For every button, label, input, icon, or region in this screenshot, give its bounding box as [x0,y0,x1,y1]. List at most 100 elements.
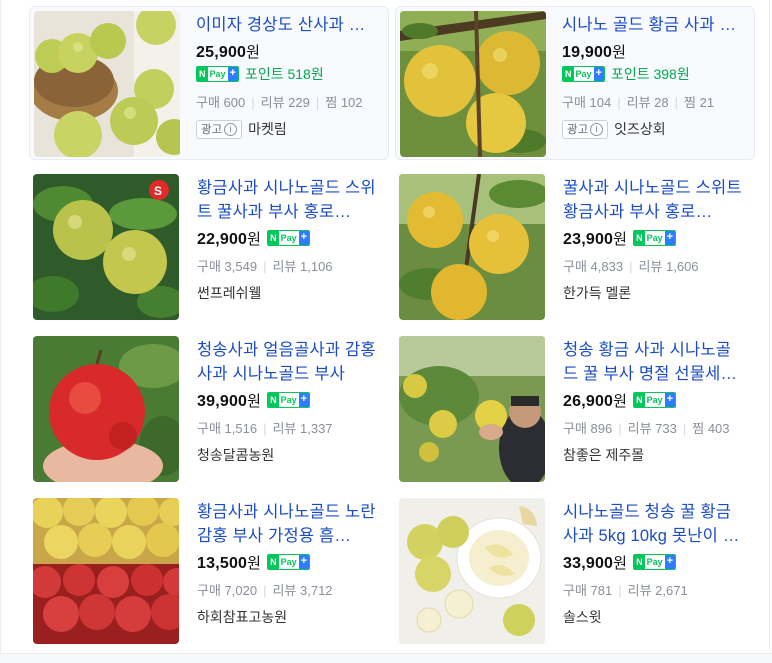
ad-label: 광고 [201,124,223,136]
product-image[interactable] [33,498,179,644]
price-value: 19,900 [562,43,613,61]
seller-name[interactable]: 청송달콤농원 [197,445,274,465]
seller-name[interactable]: 솔스윗 [563,607,602,627]
product-image[interactable] [399,336,545,482]
info-icon: i [590,122,604,136]
price: 39,900원 [197,390,261,411]
npay-plus: + [664,393,676,407]
product-card[interactable]: 꿀사과 시나노골드 스위트 황금사과 부사 홍로… 23,900원 N Pay + … [395,170,755,324]
npay-pay: Pay [644,231,665,245]
npay-n: N [268,555,279,569]
stat-reviews[interactable]: 리뷰 1,606 [638,259,698,274]
seller-name[interactable]: 참좋은 제주몰 [563,445,644,465]
product-title[interactable]: 이미자 경상도 산사과 … [196,13,378,37]
product-image[interactable] [34,11,180,157]
seller-row: 광고 i 마켓림 [196,119,378,139]
stat-reviews[interactable]: 리뷰 3,712 [272,583,332,598]
product-image[interactable] [400,11,546,157]
stat-wishlist: 찜 403 [692,421,730,436]
npay-plus: + [664,555,676,569]
seller-row: 광고 i 잇즈상회 [562,119,744,139]
price-value: 23,900 [563,230,614,248]
price-row: 22,900원 N Pay + [197,227,379,249]
price: 33,900원 [563,552,627,573]
npay-plus: + [298,393,310,407]
stat-reviews[interactable]: 리뷰 1,337 [272,421,332,436]
ad-badge[interactable]: 광고 i [196,119,243,139]
price-currency: 원 [247,230,262,248]
npay-pay: Pay [573,67,594,81]
product-title[interactable]: 꿀사과 시나노골드 스위트 황금사과 부사 홍로… [563,176,745,224]
crate-of-yellow-and-red-apples-image [33,498,179,644]
svg-text:S: S [154,184,162,198]
product-image[interactable] [399,498,545,644]
price-currency: 원 [247,554,262,572]
product-image[interactable] [33,336,179,482]
naver-pay-badge: N Pay + [633,392,677,408]
stat-reviews[interactable]: 리뷰 28 [627,95,669,110]
price-row: 26,900원 N Pay + [563,389,745,411]
product-card[interactable]: 시나노골드 청송 꿀 황금사과 5kg 10kg 못난이 … 33,900원 N… [395,494,755,648]
green-yellow-apple-on-tree-image: S [33,174,179,320]
red-apple-in-hand-image [33,336,179,482]
seller-name[interactable]: 마켓림 [248,119,287,139]
product-image[interactable]: S [33,174,179,320]
npay-plus: + [298,555,310,569]
npay-plus: + [664,231,676,245]
npay-pay: Pay [278,231,299,245]
product-stats: 구매 104 | 리뷰 28 | 찜 21 [562,95,715,110]
npay-n: N [634,393,645,407]
npay-n: N [197,67,208,81]
npay-pay: Pay [207,67,228,81]
product-card[interactable]: 청송 황금 사과 시나노골드 꿀 부사 명절 선물세… 26,900원 N Pay… [395,332,755,486]
naver-pay-badge: N Pay + [196,66,239,82]
product-card-ad[interactable]: 이미자 경상도 산사과 … 25,900원 N Pay + 포인트 518원 구매 … [29,6,389,160]
product-title[interactable]: 황금사과 시나노골드 스위트 꿀사과 부사 홍로… [197,176,379,224]
price-currency: 원 [246,43,261,61]
green-apples-in-basket-image [34,11,180,157]
seller-row: 참좋은 제주몰 [563,445,745,465]
ad-badge[interactable]: 광고 i [562,119,609,139]
product-title[interactable]: 청송 황금 사과 시나노골드 꿀 부사 명절 선물세… [563,338,745,386]
sliced-yellow-apples-on-plate-image [399,498,545,644]
seller-name[interactable]: 한가득 멜론 [563,283,631,303]
npay-n: N [563,67,574,81]
price: 26,900원 [563,390,627,411]
product-image[interactable] [399,174,545,320]
stat-reviews[interactable]: 리뷰 1,106 [272,259,332,274]
product-card-ad[interactable]: 시나노 골드 황금 사과 … 19,900원 N Pay + 포인트 398원 구매… [395,6,755,160]
product-card[interactable]: 청송사과 얼음골사과 감홍사과 시나노골드 부사 39,900원 N Pay + 구… [29,332,389,486]
naver-pay-badge: N Pay + [267,230,311,246]
price-value: 25,900 [196,43,247,61]
naver-pay-badge: N Pay + [267,554,311,570]
seller-row: 한가득 멜론 [563,283,745,303]
stat-purchases: 구매 896 [563,421,613,436]
npay-pay: Pay [278,555,299,569]
stat-purchases: 구매 104 [562,95,612,110]
price: 25,900원 [196,41,260,62]
price-row: 39,900원 N Pay + [197,389,379,411]
stat-reviews[interactable]: 리뷰 733 [628,421,677,436]
naver-pay-badge: N Pay + [633,554,677,570]
product-card[interactable]: S 황금사과 시나노골드 스위트 꿀사과 부사 홍로… 22,900원 N Pay… [29,170,389,324]
price: 13,500원 [197,552,261,573]
yellow-apples-on-branch-image [400,11,546,157]
stat-reviews[interactable]: 리뷰 229 [261,95,310,110]
price-row: 23,900원 N Pay + [563,227,745,249]
npay-pay: Pay [644,393,665,407]
product-title[interactable]: 시나노골드 청송 꿀 황금사과 5kg 10kg 못난이 … [563,500,745,548]
stat-purchases: 구매 7,020 [197,583,258,598]
product-title[interactable]: 청송사과 얼음골사과 감홍사과 시나노골드 부사 [197,338,379,386]
seller-name[interactable]: 하회참표고농원 [197,607,287,627]
seller-name[interactable]: 잇즈상회 [614,119,666,139]
price-row: 13,500원 N Pay + [197,551,379,573]
seller-name[interactable]: 썬프레쉬웰 [197,283,261,303]
seller-row: 청송달콤농원 [197,445,379,465]
product-card[interactable]: 황금사과 시나노골드 노란 감홍 부사 가정용 흠… 13,500원 N Pay +… [29,494,389,648]
point-row: N Pay + 포인트 518원 [196,63,378,85]
product-title[interactable]: 시나노 골드 황금 사과 … [562,13,744,37]
product-title[interactable]: 황금사과 시나노골드 노란 감홍 부사 가정용 흠… [197,500,379,548]
naver-pay-badge: N Pay + [633,230,677,246]
stat-purchases: 구매 781 [563,583,613,598]
stat-reviews[interactable]: 리뷰 2,671 [628,583,688,598]
